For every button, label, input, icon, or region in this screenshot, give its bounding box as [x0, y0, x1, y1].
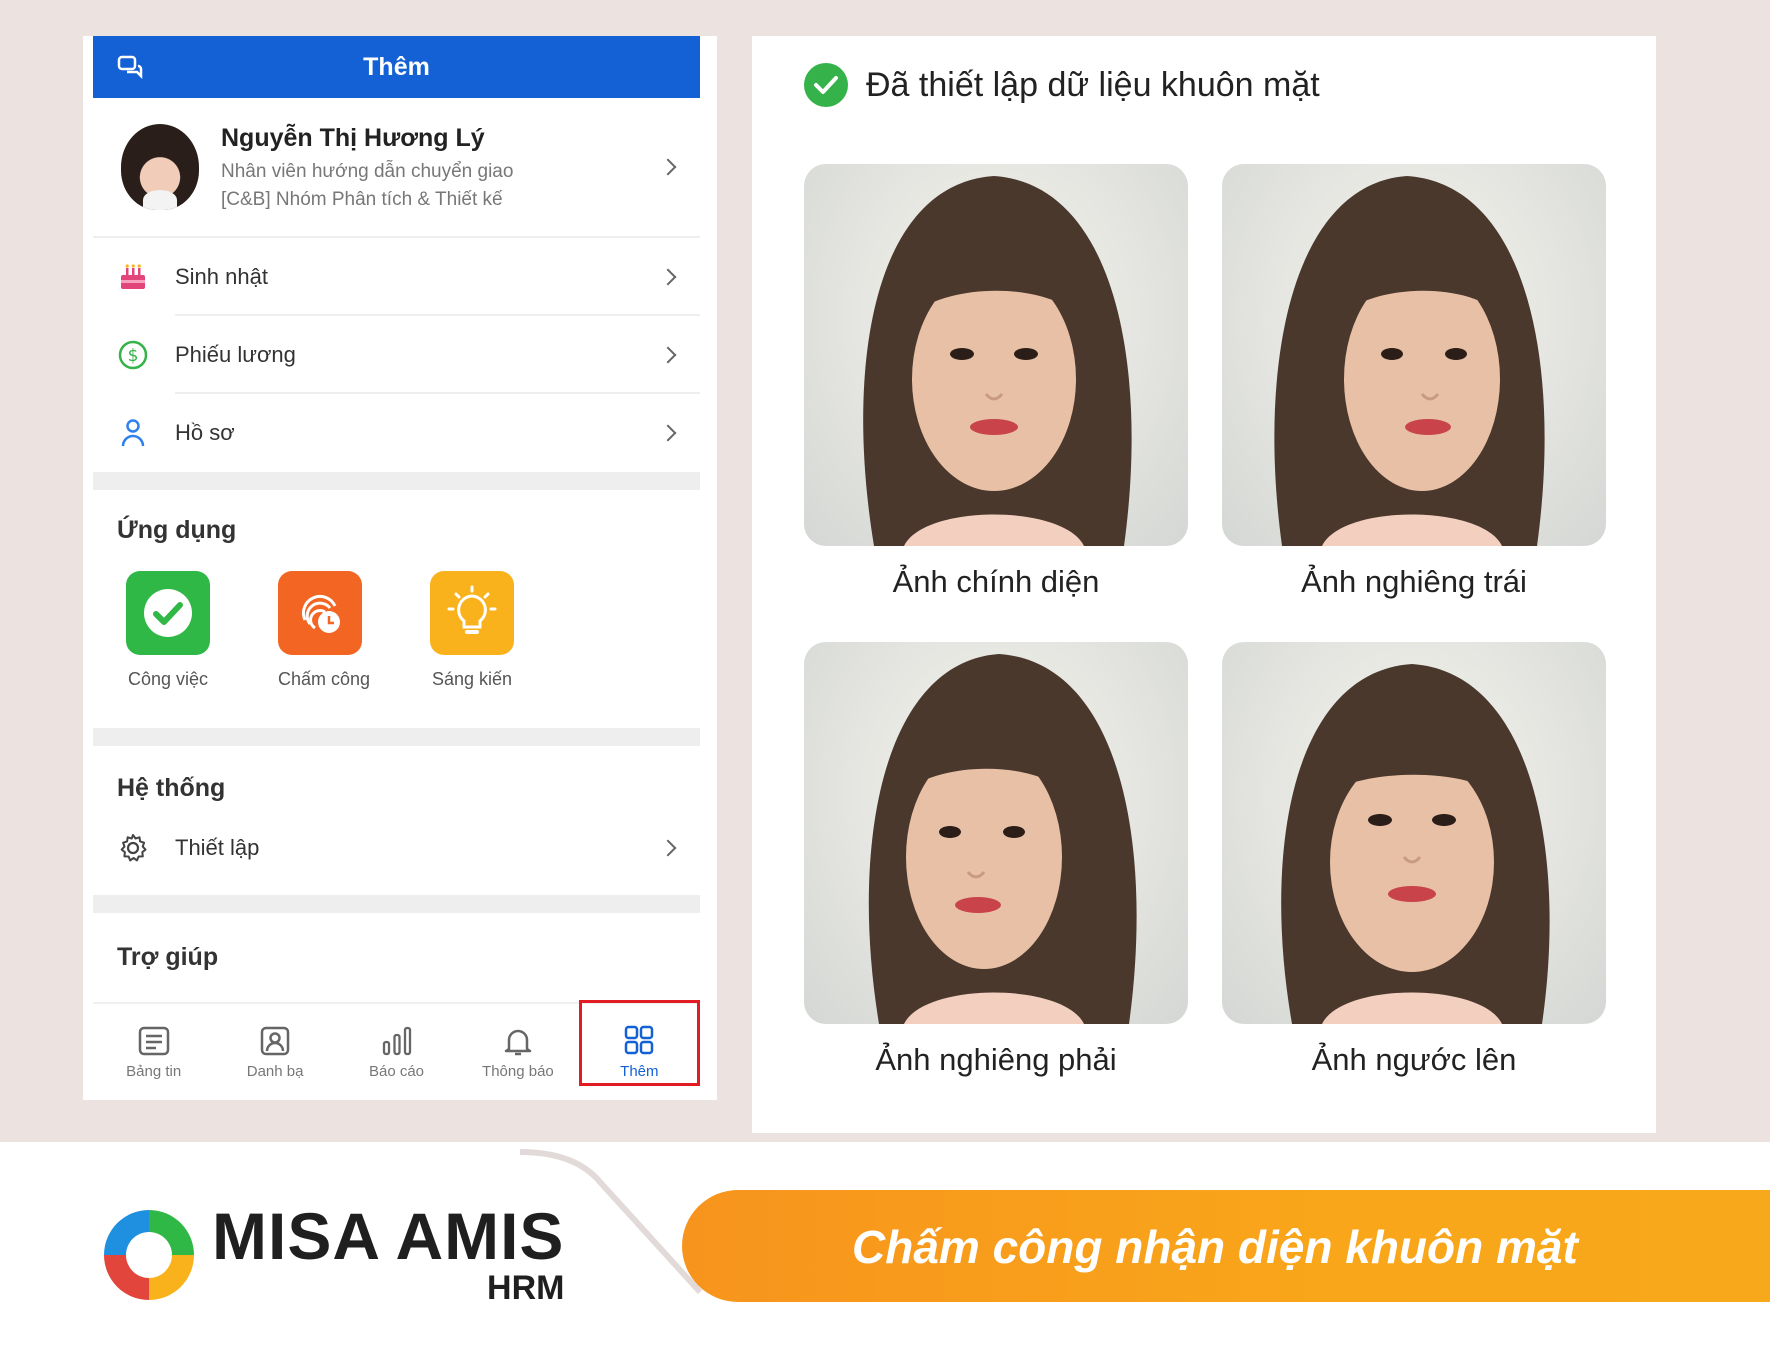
chevron-right-icon — [659, 839, 677, 857]
lightbulb-icon — [430, 571, 514, 655]
tab-label: Báo cáo — [368, 1062, 425, 1080]
menu-item-birthday[interactable]: Sinh nhật — [93, 238, 700, 316]
svg-text:$: $ — [128, 346, 139, 366]
menu-label-profile: Hồ sơ — [175, 420, 235, 445]
tab-newsfeed[interactable]: Bảng tin — [93, 1004, 214, 1100]
menu-label-birthday: Sinh nhật — [175, 264, 268, 289]
help-section-title: Trợ giúp — [117, 943, 219, 971]
profile-name: Nguyễn Thị Hương Lý — [221, 123, 485, 152]
tab-label: Thông báo — [482, 1062, 554, 1080]
person-icon — [117, 417, 149, 449]
section-divider — [93, 895, 700, 913]
bell-icon — [504, 1029, 532, 1055]
tab-reports[interactable]: Báo cáo — [336, 1004, 457, 1100]
contacts-icon — [260, 1026, 290, 1055]
apps-section-title: Ứng dụng — [117, 516, 237, 544]
caption-left: Ảnh nghiêng trái — [1301, 564, 1527, 599]
report-chart-icon — [382, 1026, 411, 1055]
menu-label-payslip: Phiếu lương — [175, 342, 296, 367]
caption-right: Ảnh nghiêng phải — [875, 1042, 1117, 1077]
face-photo-up — [1222, 642, 1606, 1024]
menu-item-payslip[interactable]: $ Phiếu lương — [93, 316, 700, 394]
chevron-right-icon — [659, 424, 677, 442]
page-title: Thêm — [363, 52, 430, 81]
section-divider — [93, 728, 700, 746]
tab-label: Bảng tin — [126, 1062, 182, 1080]
dollar-circle-icon: $ — [117, 339, 149, 371]
menu-item-settings[interactable]: Thiết lập — [93, 809, 700, 887]
misa-logo-icon — [104, 1210, 194, 1300]
menu-item-profile[interactable]: Hồ sơ — [93, 394, 700, 472]
caption-up: Ảnh ngước lên — [1311, 1042, 1517, 1077]
highlight-box — [578, 1000, 701, 1086]
bottom-tab-bar: Bảng tin Danh bạ Báo cáo Thông báo Thêm — [93, 1000, 701, 1100]
profile-position: Nhân viên hướng dẫn chuyển giao — [221, 160, 514, 182]
caption-front: Ảnh chính diện — [892, 564, 1100, 599]
app-label: Công việc — [127, 669, 209, 689]
face-data-header: Đã thiết lập dữ liệu khuôn mặt — [804, 63, 1320, 107]
face-photo-right — [804, 642, 1188, 1024]
gear-icon — [117, 832, 149, 864]
logo-main-text: MISA AMIS — [212, 1199, 565, 1273]
logo-sub-text: HRM — [487, 1269, 565, 1307]
app-sang-kien[interactable]: Sáng kiến — [430, 571, 582, 690]
chat-icon[interactable] — [117, 55, 145, 79]
face-photo-front — [804, 164, 1188, 546]
birthday-cake-icon — [117, 261, 149, 293]
profile-card[interactable]: Nguyễn Thị Hương Lý Nhân viên hướng dẫn … — [93, 98, 700, 238]
profile-department: [C&B] Nhóm Phân tích & Thiết kế — [221, 188, 503, 210]
chevron-right-icon — [659, 346, 677, 364]
tagline-text: Chấm công nhận diện khuôn mặt — [852, 1221, 1578, 1273]
tab-contacts[interactable]: Danh bạ — [214, 1004, 335, 1100]
avatar — [121, 124, 199, 210]
check-circle-icon — [804, 63, 848, 107]
tab-label: Danh bạ — [246, 1062, 304, 1080]
face-data-panel: Đã thiết lập dữ liệu khuôn mặt Ảnh chính… — [752, 36, 1656, 1133]
app-label: Chấm công — [278, 669, 371, 689]
app-cong-viec[interactable]: Công việc — [126, 571, 278, 690]
chevron-right-icon — [659, 158, 677, 176]
check-icon — [126, 571, 210, 655]
system-section-title: Hệ thống — [117, 774, 226, 802]
tab-more[interactable]: Thêm — [578, 1000, 701, 1100]
app-cham-cong[interactable]: Chấm công — [278, 571, 430, 690]
face-data-title: Đã thiết lập dữ liệu khuôn mặt — [866, 65, 1320, 104]
menu-label-settings: Thiết lập — [175, 835, 260, 860]
tab-notifications[interactable]: Thông báo — [457, 1004, 578, 1100]
apps-grid: Công việc Chấm công Sáng kiến — [93, 571, 700, 690]
mobile-app-screen: Thêm Nguyễn Thị Hương Lý Nhân viên hướng… — [83, 36, 717, 1100]
fingerprint-clock-icon — [278, 571, 362, 655]
face-photo-left — [1222, 164, 1606, 546]
chevron-right-icon — [659, 268, 677, 286]
app-header: Thêm — [93, 36, 700, 98]
section-divider — [93, 472, 700, 490]
misa-amis-logo: MISA AMIS HRM — [100, 1203, 564, 1307]
app-label: Sáng kiến — [431, 669, 513, 689]
newsfeed-icon — [138, 1026, 169, 1055]
